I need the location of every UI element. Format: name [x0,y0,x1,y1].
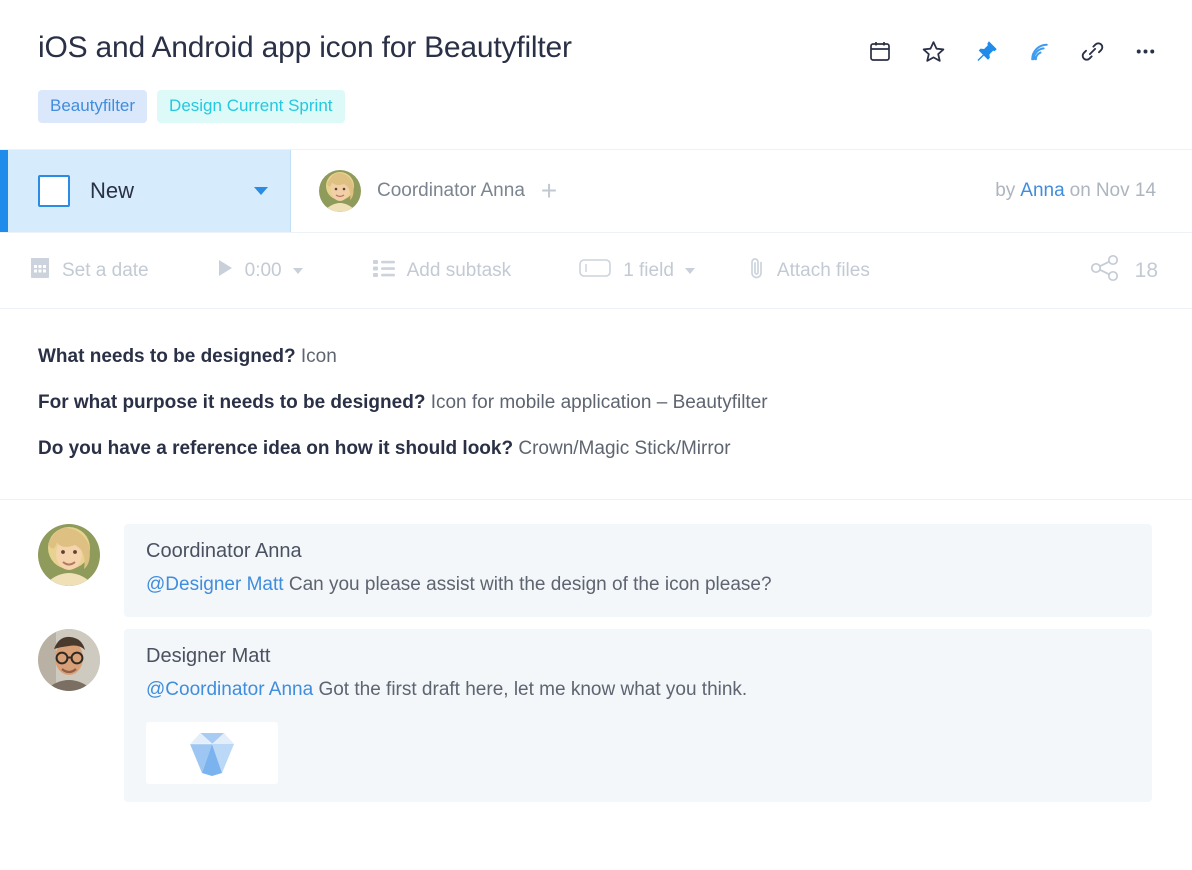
byline-on: on [1069,180,1091,201]
share-icon [1090,254,1121,288]
diamond-icon [189,732,234,776]
attachment-thumbnail[interactable] [146,722,278,784]
description-answer: Crown/Magic Stick/Mirror [518,438,731,459]
share-button[interactable]: 18 [1090,254,1158,288]
description-answer: Icon for mobile application – Beautyfilt… [430,392,768,413]
comment-author: Coordinator Anna [146,540,302,562]
comment-message: Got the first draft here, let me know wh… [318,679,748,700]
comment-item: Designer Matt @Coordinator Anna Got the … [0,629,1192,802]
task-toolbar: Set a date 0:00 Add subtask 1 field Atta… [0,233,1192,309]
task-description: What needs to be designed? Icon For what… [0,309,1192,500]
set-date-label: Set a date [62,259,149,281]
description-question: Do you have a reference idea on how it s… [38,438,514,459]
list-icon [372,259,395,283]
tag-list: Beautyfilter Design Current Sprint [0,68,1192,123]
assignee-name: Coordinator Anna [377,180,525,201]
share-count: 18 [1134,258,1158,282]
assignee-block: Coordinator Anna + [291,150,657,232]
avatar[interactable] [319,170,361,212]
tag-design-current-sprint[interactable]: Design Current Sprint [157,90,345,123]
tag-beautyfilter[interactable]: Beautyfilter [38,90,148,123]
add-subtask-button[interactable]: Add subtask [372,259,512,283]
comment-body: Coordinator Anna @Designer Matt Can you … [124,524,1152,617]
description-answer: Icon [300,346,337,367]
description-line: For what purpose it needs to be designed… [38,389,1154,417]
status-dropdown[interactable]: New [8,150,291,232]
comment-body: Designer Matt @Coordinator Anna Got the … [124,629,1152,802]
status-row-spacer [657,150,995,232]
description-line: Do you have a reference idea on how it s… [38,435,1154,463]
status-accent-bar [0,150,8,232]
more-icon[interactable] [1132,38,1158,64]
comment-item: Coordinator Anna @Designer Matt Can you … [0,524,1192,617]
subscribe-icon[interactable] [1026,38,1052,64]
description-question: For what purpose it needs to be designed… [38,392,426,413]
calendar-icon[interactable] [867,38,893,64]
byline-author[interactable]: Anna [1020,180,1064,202]
page-title: iOS and Android app icon for Beautyfilte… [38,31,572,64]
status-row: New Coordinator Anna + by Anna on Nov 14 [0,149,1192,233]
comment-text: @Coordinator Anna Got the first draft he… [146,676,1130,704]
pin-icon[interactable] [973,38,999,64]
mention-link[interactable]: @Designer Matt [146,574,284,595]
description-line: What needs to be designed? Icon [38,343,1154,371]
avatar[interactable] [38,629,100,691]
chevron-down-icon[interactable] [292,267,303,274]
mention-link[interactable]: @Coordinator Anna [146,679,313,700]
description-question: What needs to be designed? [38,346,296,367]
comment-author: Designer Matt [146,645,271,667]
paperclip-icon [749,256,765,286]
task-detail-page: iOS and Android app icon for Beautyfilte… [0,0,1192,870]
chevron-down-icon[interactable] [254,187,268,195]
comment-text: @Designer Matt Can you please assist wit… [146,571,1130,599]
star-icon[interactable] [920,38,946,64]
byline: by Anna on Nov 14 [995,150,1192,232]
byline-by: by [995,180,1016,201]
byline-date: Nov 14 [1095,180,1157,201]
attach-files-label: Attach files [776,259,870,281]
timer-value: 0:00 [244,259,282,281]
play-icon [217,258,233,284]
link-icon[interactable] [1079,38,1105,64]
timer-button[interactable]: 0:00 [217,258,303,284]
status-label: New [90,178,135,203]
calendar-small-icon [30,257,50,285]
status-checkbox[interactable] [38,175,70,207]
add-subtask-label: Add subtask [406,259,512,281]
task-header: iOS and Android app icon for Beautyfilte… [0,0,1192,68]
header-actions [867,24,1158,64]
add-assignee-button[interactable]: + [541,177,557,205]
text-field-icon [579,257,611,285]
fields-button[interactable]: 1 field [579,257,695,285]
avatar[interactable] [38,524,100,586]
fields-label: 1 field [623,259,674,281]
attach-files-button[interactable]: Attach files [749,256,870,286]
comment-list: Coordinator Anna @Designer Matt Can you … [0,500,1192,802]
chevron-down-icon[interactable] [684,267,695,274]
comment-message: Can you please assist with the design of… [288,574,772,595]
set-date-button[interactable]: Set a date [30,257,149,285]
